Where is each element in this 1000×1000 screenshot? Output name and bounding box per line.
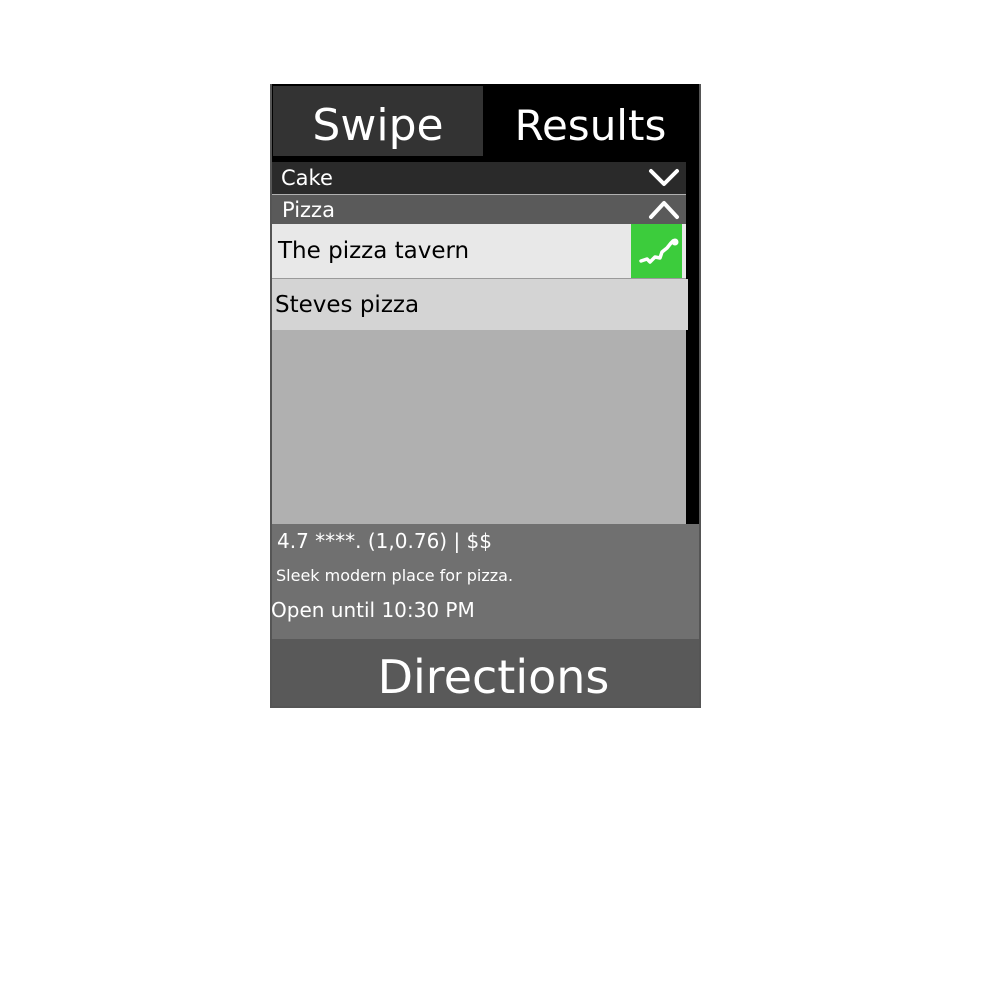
tab-swipe[interactable]: Swipe xyxy=(273,86,483,156)
tab-results-label: Results xyxy=(514,100,667,150)
result-name: Steves pizza xyxy=(275,291,420,318)
category-pizza-label: Pizza xyxy=(282,197,335,222)
tab-swipe-label: Swipe xyxy=(312,99,444,151)
rating-line: 4.7 ****. (1,0.76) | $$ xyxy=(277,529,492,553)
app-window: Swipe Results Cake Pizza The pizza taver… xyxy=(270,84,701,708)
tab-results[interactable]: Results xyxy=(483,86,698,156)
directions-button[interactable]: Directions xyxy=(272,639,699,706)
result-item-steves-pizza[interactable]: Steves pizza xyxy=(270,279,688,330)
result-name: The pizza tavern xyxy=(278,238,470,264)
directions-label: Directions xyxy=(377,649,610,704)
route-icon xyxy=(639,238,679,264)
route-button[interactable] xyxy=(631,224,682,278)
results-list[interactable]: Cake Pizza The pizza tavern Steves pizza xyxy=(270,162,688,524)
description: Sleek modern place for pizza. xyxy=(276,566,514,585)
details-panel: 4.7 ****. (1,0.76) | $$ Sleek modern pla… xyxy=(270,524,701,639)
result-item-the-pizza-tavern[interactable]: The pizza tavern xyxy=(272,224,686,279)
category-pizza[interactable]: Pizza xyxy=(272,195,686,224)
chevron-down-icon[interactable] xyxy=(648,165,680,189)
category-cake-label: Cake xyxy=(281,166,333,190)
chevron-up-icon[interactable] xyxy=(648,197,680,221)
category-cake[interactable]: Cake xyxy=(272,162,686,194)
opening-hours: Open until 10:30 PM xyxy=(271,598,475,622)
